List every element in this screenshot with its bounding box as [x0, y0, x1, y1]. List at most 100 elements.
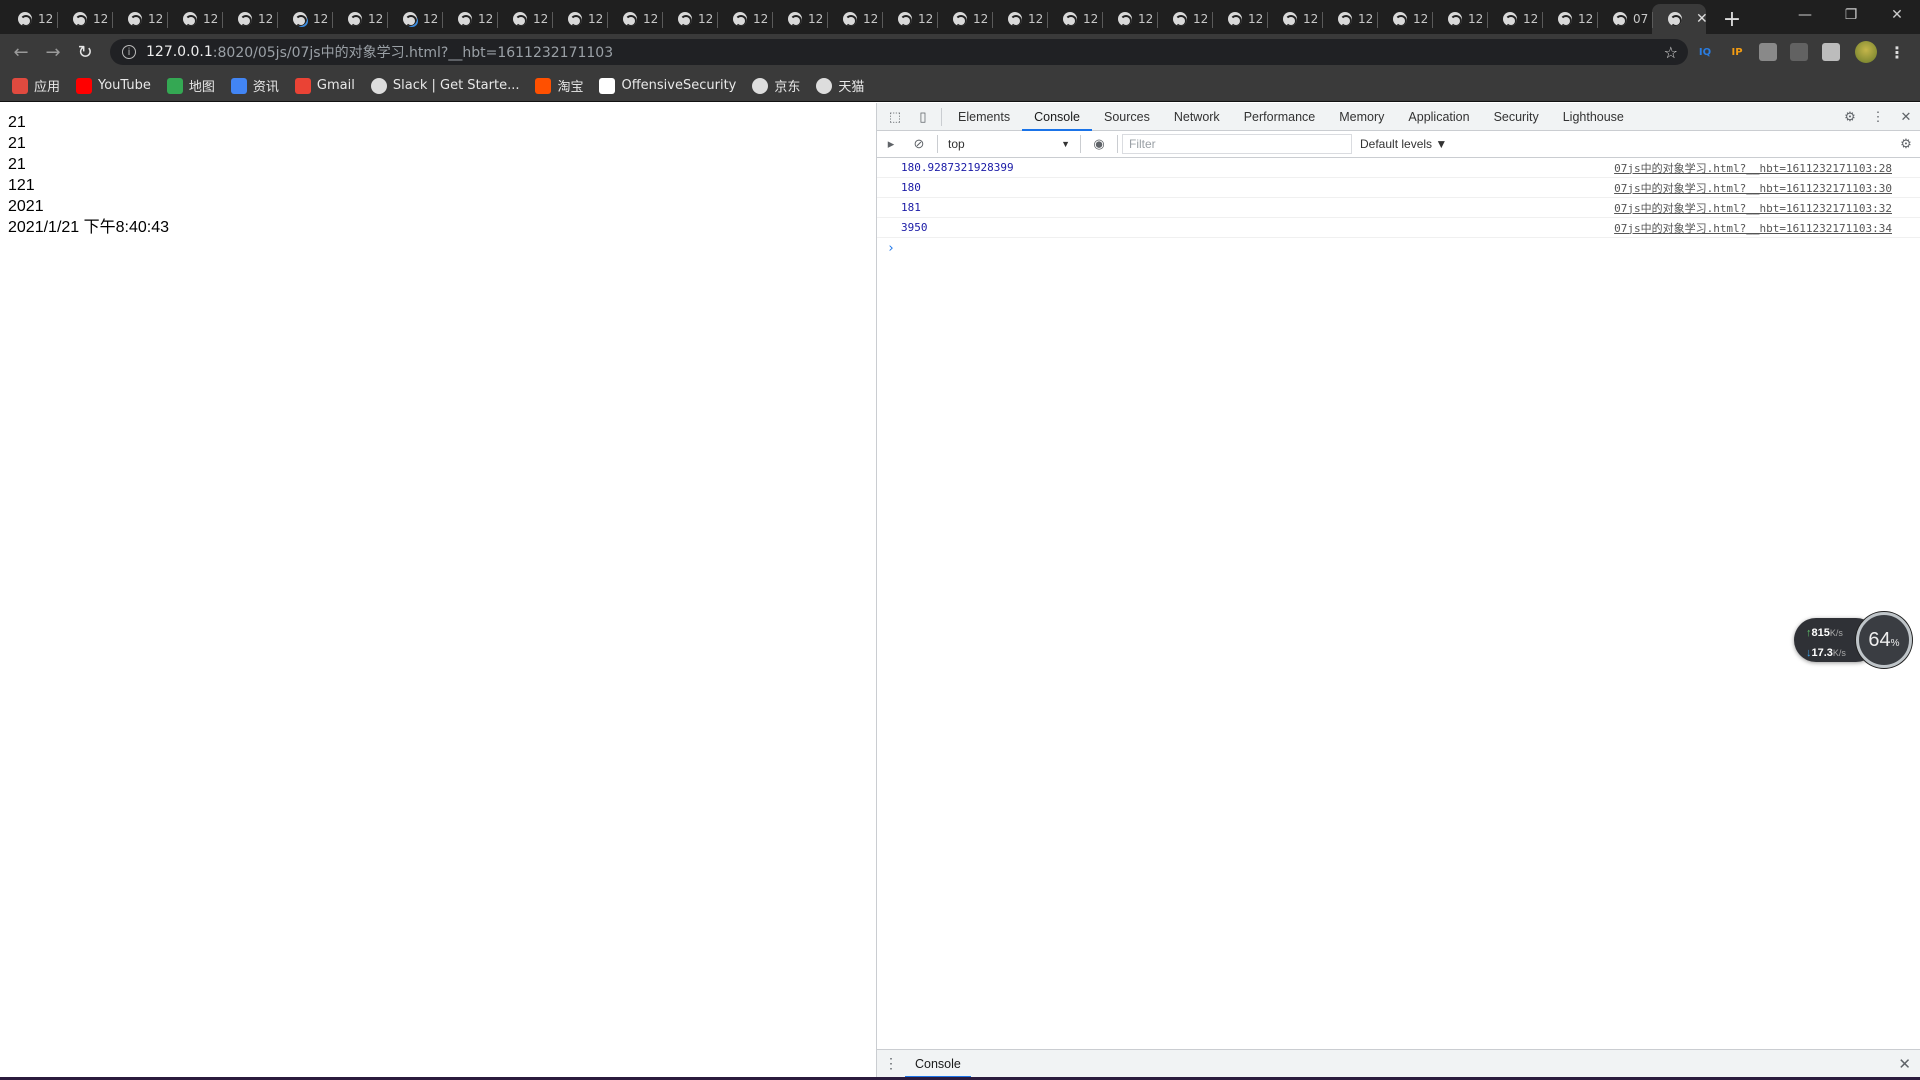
bookmark-item[interactable]: 地图 — [166, 74, 215, 98]
bookmark-item[interactable]: 淘宝 — [535, 74, 583, 98]
drawer-menu-icon[interactable]: ⋮ — [877, 1055, 905, 1072]
log-source-link[interactable]: 07js中的对象学习.html?__hbt=1611232171103:30 — [1614, 180, 1892, 196]
browser-tab[interactable]: 12 — [497, 4, 552, 34]
browser-tab[interactable]: 12 — [1432, 4, 1487, 34]
log-value: 3950 — [901, 221, 928, 234]
browser-tab[interactable]: 12 — [827, 4, 882, 34]
profile-avatar[interactable] — [1855, 41, 1877, 63]
tab-application[interactable]: Application — [1396, 103, 1481, 130]
browser-tab[interactable]: 12 — [662, 4, 717, 34]
browser-tab[interactable]: 12 — [937, 4, 992, 34]
clear-console-icon[interactable]: ⊘ — [905, 136, 933, 152]
camera-extension-icon[interactable] — [1790, 43, 1808, 61]
context-selector[interactable]: top ▼ — [942, 133, 1076, 155]
console-settings-gear-icon[interactable]: ⚙ — [1892, 136, 1920, 152]
tab-title: 12 — [863, 12, 879, 26]
iq-extension-icon[interactable]: IQ — [1696, 43, 1714, 61]
log-source-link[interactable]: 07js中的对象学习.html?__hbt=1611232171103:28 — [1614, 160, 1892, 176]
bookmark-label: 京东 — [774, 80, 801, 95]
bookmark-item[interactable]: YouTube — [76, 74, 151, 98]
tab-security[interactable]: Security — [1482, 103, 1551, 130]
network-speed-widget[interactable]: ↑815K/s ↓17.3K/s 64% — [1794, 612, 1914, 668]
bookmark-star-icon[interactable]: ☆ — [1664, 43, 1678, 62]
reload-icon[interactable]: ↻ — [69, 37, 101, 67]
bookmark-item[interactable]: 天猫 — [816, 74, 864, 98]
inspect-element-icon[interactable]: ⬚ — [881, 103, 909, 130]
devtools-close-icon[interactable]: ✕ — [1892, 103, 1920, 131]
tab-lighthouse[interactable]: Lighthouse — [1551, 103, 1636, 130]
browser-tab[interactable]: 12 — [882, 4, 937, 34]
live-expression-eye-icon[interactable]: ◉ — [1085, 136, 1113, 152]
globe-icon — [816, 77, 833, 94]
browser-tab[interactable]: 12 — [1322, 4, 1377, 34]
sidebar-toggle-icon[interactable]: ▸ — [877, 136, 905, 152]
settings-gear-icon[interactable]: ⚙ — [1836, 103, 1864, 131]
puzzle-extensions-icon[interactable] — [1822, 43, 1840, 61]
browser-tab-active[interactable]: ✕ — [1652, 4, 1708, 34]
bookmark-item[interactable]: OffensiveSecurity — [599, 74, 736, 98]
browser-tab[interactable]: 12 — [112, 4, 167, 34]
browser-tab[interactable]: 12 — [552, 4, 607, 34]
forward-arrow-icon[interactable]: → — [37, 37, 69, 67]
drawer-close-icon[interactable]: ✕ — [1898, 1055, 1911, 1073]
browser-tab[interactable]: 12 — [772, 4, 827, 34]
browser-tab[interactable]: 12 — [1212, 4, 1267, 34]
browser-tab[interactable]: 07 — [1597, 4, 1652, 34]
tab-elements[interactable]: Elements — [946, 103, 1022, 130]
browser-tab[interactable]: 12 — [607, 4, 662, 34]
browser-tab[interactable]: 12 — [1377, 4, 1432, 34]
browser-tab[interactable]: 12 — [1102, 4, 1157, 34]
back-arrow-icon[interactable]: ← — [5, 37, 37, 67]
browser-tab[interactable]: 12 — [332, 4, 387, 34]
console-prompt[interactable]: › — [877, 238, 1920, 256]
bookmark-item[interactable]: 京东 — [752, 74, 800, 98]
tab-console[interactable]: Console — [1022, 103, 1092, 131]
console-filter-input[interactable] — [1122, 134, 1352, 154]
tab-title: 12 — [478, 12, 494, 26]
browser-tab[interactable]: 12 — [442, 4, 497, 34]
browser-tab[interactable]: 12 — [167, 4, 222, 34]
menu-kebab-icon[interactable]: ⋮ — [1888, 43, 1906, 62]
browser-tab[interactable]: 12 — [1487, 4, 1542, 34]
browser-tab[interactable]: 12 — [1157, 4, 1212, 34]
minimize-button[interactable]: — — [1782, 0, 1828, 30]
log-source-link[interactable]: 07js中的对象学习.html?__hbt=1611232171103:32 — [1614, 200, 1892, 216]
screenshot-extension-icon[interactable] — [1759, 43, 1777, 61]
log-value: 180 — [901, 181, 921, 194]
site-info-icon[interactable]: i — [122, 45, 136, 59]
bookmark-item[interactable]: 应用 — [12, 74, 60, 98]
bookmark-item[interactable]: Slack | Get Starte... — [370, 74, 519, 98]
browser-tab[interactable]: 12 — [277, 4, 332, 34]
tab-title: 12 — [918, 12, 934, 26]
tab-performance[interactable]: Performance — [1232, 103, 1328, 130]
browser-tab[interactable]: 12 — [57, 4, 112, 34]
browser-tab[interactable]: 12 — [2, 4, 57, 34]
globe-favicon-icon — [183, 12, 197, 26]
tab-memory[interactable]: Memory — [1327, 103, 1396, 130]
tab-title: 12 — [203, 12, 219, 26]
device-toolbar-icon[interactable]: ▯ — [909, 103, 937, 130]
new-tab-button[interactable]: + — [1712, 4, 1752, 34]
bookmark-item[interactable]: 资讯 — [230, 74, 279, 98]
globe-favicon-icon — [1228, 12, 1242, 26]
bookmark-item[interactable]: Gmail — [294, 74, 355, 98]
tab-title: 12 — [588, 12, 604, 26]
tab-network[interactable]: Network — [1162, 103, 1232, 130]
browser-tab[interactable]: 12 — [1267, 4, 1322, 34]
tab-close-icon[interactable]: ✕ — [1696, 11, 1708, 27]
tab-sources[interactable]: Sources — [1092, 103, 1162, 130]
address-bar[interactable]: i 127.0.0.1:8020/05js/07js中的对象学习.html?__… — [110, 39, 1688, 65]
browser-tab[interactable]: 12 — [717, 4, 772, 34]
devtools-menu-icon[interactable]: ⋮ — [1864, 103, 1892, 131]
browser-tab[interactable]: 12 — [1047, 4, 1102, 34]
drawer-tab-console[interactable]: Console — [905, 1050, 971, 1078]
browser-tab[interactable]: 12 — [1542, 4, 1597, 34]
browser-tab[interactable]: 12 — [222, 4, 277, 34]
browser-tab[interactable]: 12 — [387, 4, 442, 34]
ip-extension-icon[interactable]: IP — [1728, 43, 1746, 61]
restore-button[interactable]: ❐ — [1828, 0, 1874, 30]
log-source-link[interactable]: 07js中的对象学习.html?__hbt=1611232171103:34 — [1614, 220, 1892, 236]
browser-tab[interactable]: 12 — [992, 4, 1047, 34]
log-levels-dropdown[interactable]: Default levels ▼ — [1360, 137, 1447, 151]
window-close-button[interactable]: ✕ — [1874, 0, 1920, 30]
